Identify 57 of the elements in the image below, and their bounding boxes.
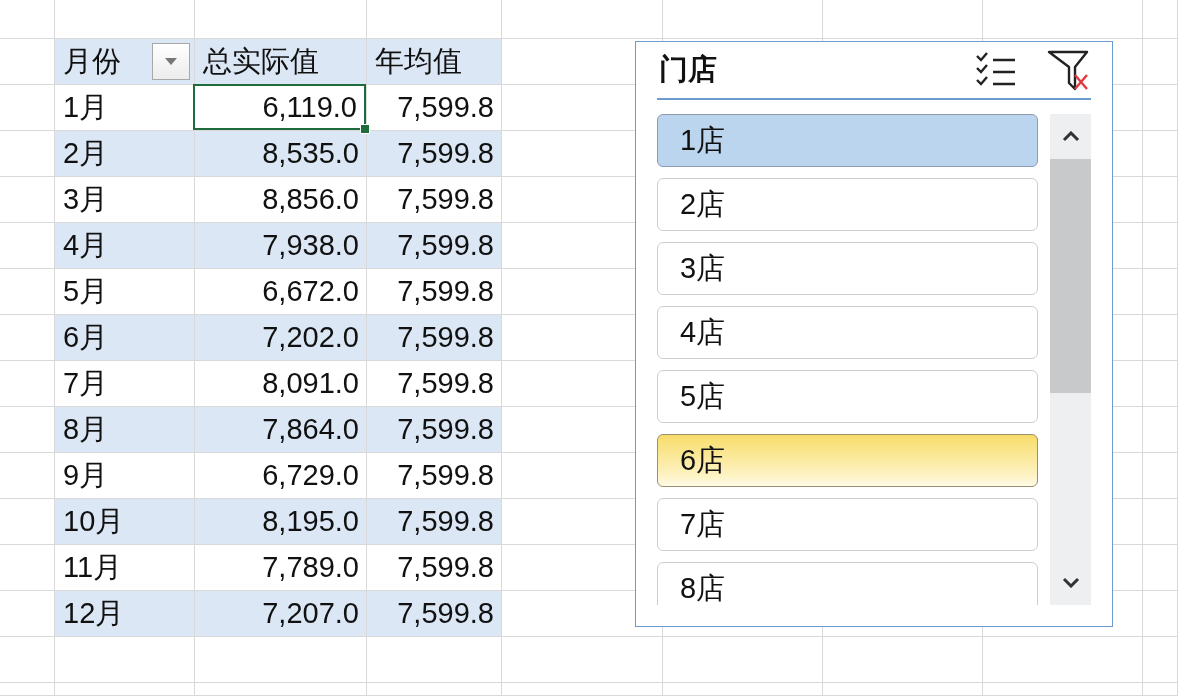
slicer-item[interactable]: 6店 <box>657 434 1038 487</box>
column-header: 总实际值 <box>202 43 320 79</box>
table-cell-text: 7,938.0 <box>261 228 360 263</box>
table-cell-text: 7,599.8 <box>396 228 495 263</box>
column-header: 月份 <box>62 43 122 79</box>
table-cell-text: 7,599.8 <box>396 412 495 447</box>
table-cell-text: 7,202.0 <box>261 320 360 355</box>
clear-filter-button[interactable] <box>1047 49 1091 91</box>
slicer-title: 门店 <box>658 51 718 88</box>
table-cell-text: 4月 <box>62 227 110 263</box>
table-cell-text: 2月 <box>62 135 110 171</box>
table-cell-text: 6月 <box>62 319 110 355</box>
table-cell-text: 7,599.8 <box>396 596 495 631</box>
table-cell-text: 6,672.0 <box>261 274 360 309</box>
table-cell-text: 7,599.8 <box>396 90 495 125</box>
table-cell-text: 8,535.0 <box>261 136 360 171</box>
table-cell-text: 7,789.0 <box>261 550 360 585</box>
table-cell-text: 6,729.0 <box>261 458 360 493</box>
table-cell-text: 12月 <box>62 595 126 631</box>
table-cell-text: 8月 <box>62 411 110 447</box>
clear-filter-icon <box>1047 49 1091 91</box>
chevron-up-icon <box>1061 131 1080 142</box>
table-cell-text: 7,864.0 <box>261 412 360 447</box>
filter-dropdown-button[interactable] <box>152 43 190 80</box>
table-cell-text: 3月 <box>62 181 110 217</box>
table-cell-text: 8,195.0 <box>261 504 360 539</box>
chevron-down-icon <box>1061 577 1080 588</box>
table-cell-text: 9月 <box>62 457 110 493</box>
slicer-item[interactable]: 8店 <box>657 562 1038 605</box>
table-cell-text: 11月 <box>62 549 124 585</box>
table-cell-text: 7,599.8 <box>396 504 495 539</box>
slicer-item[interactable]: 3店 <box>657 242 1038 295</box>
table-cell-text: 8,856.0 <box>261 182 360 217</box>
fill-handle[interactable] <box>360 124 370 134</box>
table-cell-text: 7月 <box>62 365 110 401</box>
table-cell-text: 7,599.8 <box>396 136 495 171</box>
slicer-item[interactable]: 2店 <box>657 178 1038 231</box>
slicer-item[interactable]: 7店 <box>657 498 1038 551</box>
table-cell-text: 7,599.8 <box>396 274 495 309</box>
table-cell-text: 5月 <box>62 273 110 309</box>
slicer-item[interactable]: 5店 <box>657 370 1038 423</box>
table-cell-text: 1月 <box>62 89 110 125</box>
table-cell-text: 7,207.0 <box>261 596 360 631</box>
table-cell-text: 10月 <box>62 503 126 539</box>
table-cell: 6,119.0 <box>193 84 366 130</box>
table-cell-text: 8,091.0 <box>261 366 360 401</box>
table-cell-text: 7,599.8 <box>396 182 495 217</box>
table-cell-text: 7,599.8 <box>396 366 495 401</box>
table-cell-text: 7,599.8 <box>396 458 495 493</box>
scrollbar-thumb[interactable] <box>1050 159 1091 393</box>
column-header: 年均值 <box>374 43 463 79</box>
slicer-item[interactable]: 4店 <box>657 306 1038 359</box>
dropdown-arrow-icon <box>165 58 177 65</box>
table-cell-text: 7,599.8 <box>396 320 495 355</box>
scrollbar[interactable] <box>1050 114 1091 605</box>
slicer-item[interactable]: 1店 <box>657 114 1038 167</box>
table-cell-text: 7,599.8 <box>396 550 495 585</box>
